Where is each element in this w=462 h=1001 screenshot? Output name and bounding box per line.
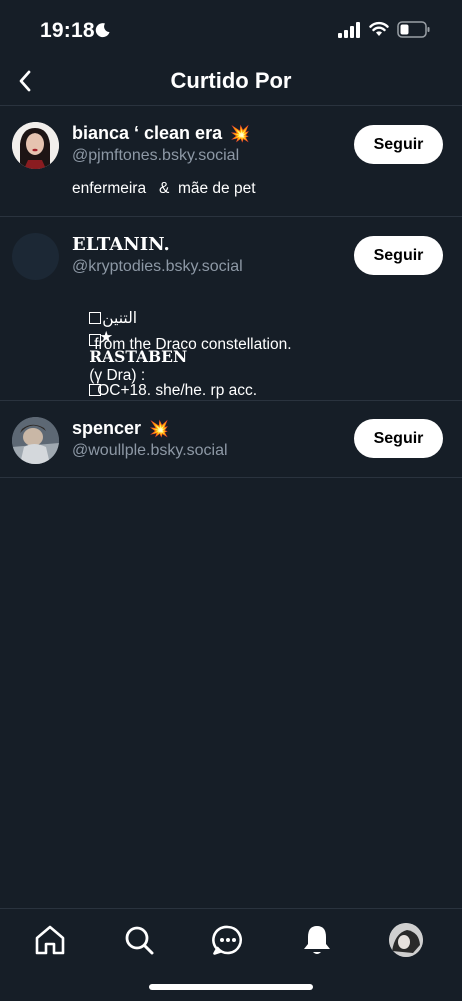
display-name: ELTANIN. (72, 234, 170, 255)
status-bar: 19:18 (0, 0, 462, 60)
user-handle: @kryptodies.bsky.social (72, 258, 243, 275)
search-icon[interactable] (122, 923, 156, 957)
follow-button[interactable]: Seguir (354, 419, 443, 458)
status-time: 19:18 (40, 19, 95, 42)
explosion-emoji: 💥 (149, 421, 169, 438)
bio-line-text: from the Draco constellation. (94, 336, 292, 353)
missing-glyph-icon (89, 334, 102, 346)
avatar[interactable] (12, 417, 59, 464)
user-row[interactable]: ELTANIN. @kryptodies.bsky.social التنين … (0, 217, 462, 401)
bio-line-text: OC+18. she/he. rp acc. (97, 382, 258, 399)
page-title: Curtido Por (170, 68, 292, 93)
home-indicator (149, 984, 313, 990)
follow-button[interactable]: Seguir (354, 236, 443, 275)
avatar[interactable] (12, 233, 59, 280)
display-name-text: bianca ‘ clean era (72, 123, 223, 143)
user-bio: enfermeira & mãe de pet (72, 180, 256, 197)
signal-icon (338, 22, 360, 38)
profile-avatar[interactable] (389, 923, 423, 957)
user-row[interactable]: bianca ‘ clean era 💥 @pjmftones.bsky.soc… (0, 106, 462, 217)
home-icon[interactable] (33, 923, 67, 957)
chat-icon[interactable] (211, 923, 245, 957)
user-row[interactable]: spencer 💥 @woullple.bsky.social Seguir (0, 401, 462, 478)
explosion-emoji: 💥 (230, 126, 251, 143)
follow-button[interactable]: Seguir (354, 125, 443, 164)
battery-icon (397, 21, 430, 38)
header: Curtido Por (0, 60, 462, 106)
user-handle: @woullple.bsky.social (72, 442, 228, 459)
moon-icon (95, 23, 110, 38)
display-name: bianca ‘ clean era 💥 (72, 123, 250, 144)
avatar[interactable] (12, 122, 59, 169)
wifi-icon (369, 21, 389, 36)
display-name: spencer 💥 (72, 418, 169, 439)
user-handle: @pjmftones.bsky.social (72, 147, 240, 164)
display-name-text: spencer (72, 418, 142, 438)
bell-icon[interactable] (300, 923, 334, 957)
